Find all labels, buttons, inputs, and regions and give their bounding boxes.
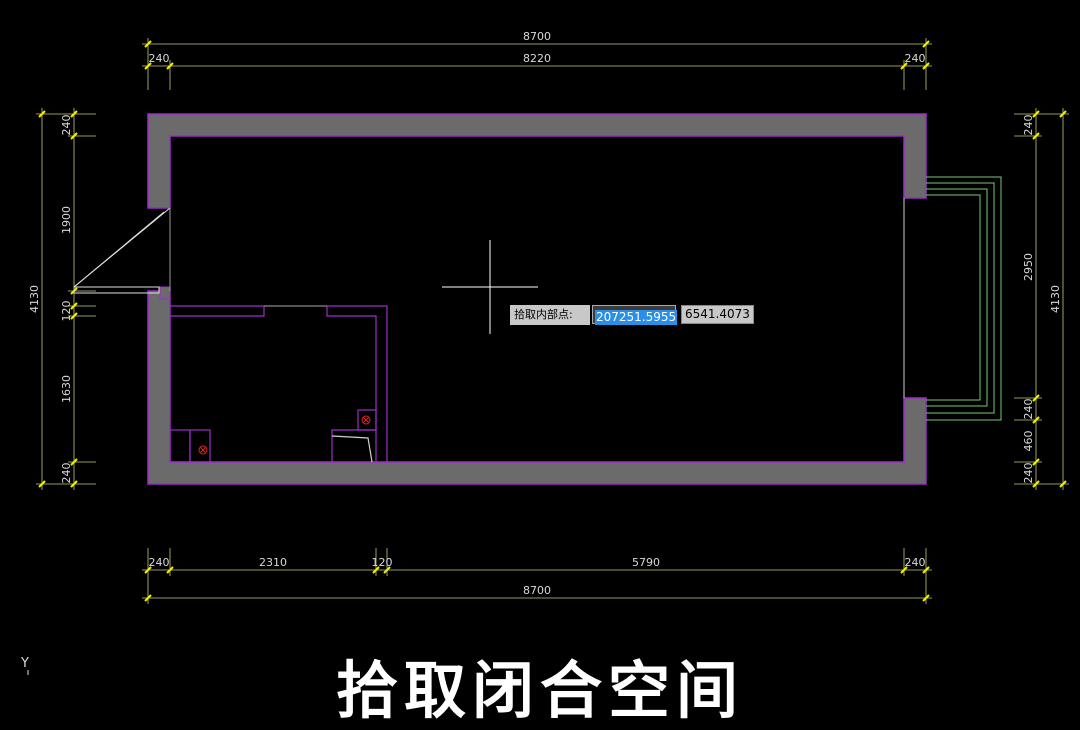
x-coordinate-value: 207251.5955 [595,310,678,325]
dim-right-window: 2950 [1022,253,1035,281]
dim-top-right-wall: 240 [905,52,926,65]
pick-point-prompt-label: 拾取内部点: [510,305,590,325]
dim-bottom-overall: 8700 [523,584,551,597]
dim-right-gap: 460 [1022,431,1035,452]
dim-right-bottom-wall: 240 [1022,463,1035,484]
dim-left-upper: 1900 [60,206,73,234]
dim-top-left-wall: 240 [149,52,170,65]
y-coordinate-input[interactable]: 6541.4073 [681,305,754,324]
dim-left-lower: 1630 [60,375,73,403]
bay-window [903,176,1002,421]
dim-right-top-wall: 240 [1022,115,1035,136]
dim-right-overall: 4130 [1049,285,1062,313]
dim-bottom-main: 5790 [632,556,660,569]
dim-bottom-room: 2310 [259,556,287,569]
cad-drawing-canvas[interactable]: 8700 240 8220 240 240 2310 120 5790 240 … [0,0,1080,675]
inner-partition [169,305,388,463]
dim-left-mid: 120 [60,301,73,322]
dim-bottom-partition: 120 [372,556,393,569]
dim-right-mid-wall: 240 [1022,399,1035,420]
dim-left-bottom-wall: 240 [60,463,73,484]
dim-left-top-wall: 240 [60,115,73,136]
wall-outline [147,113,927,485]
fixture-symbols [198,415,371,455]
dim-bottom-right-wall: 240 [905,556,926,569]
left-door [73,207,171,294]
dim-top-inner: 8220 [523,52,551,65]
dim-top-overall: 8700 [523,30,551,43]
x-coordinate-input[interactable]: 207251.5955 [592,305,678,325]
dim-left-overall: 4130 [28,285,41,313]
outer-wall [147,113,927,485]
door-jamb [159,286,171,300]
video-caption: 拾取闭合空间 [335,654,744,727]
dim-bottom-left-wall: 240 [149,556,170,569]
